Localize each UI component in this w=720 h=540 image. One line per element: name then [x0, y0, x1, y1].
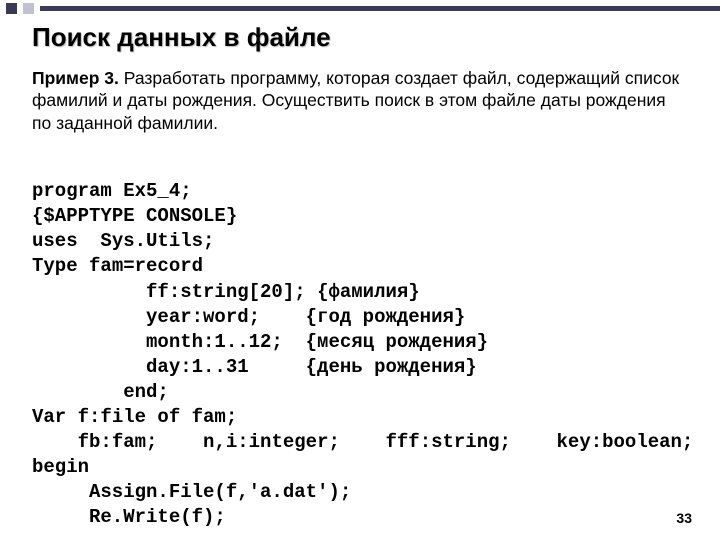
code-comment: {день рождения} — [306, 356, 477, 378]
code-line: Re.Write(f); — [89, 506, 226, 528]
decorative-top-bar — [0, 0, 720, 14]
square-dark-icon — [6, 3, 17, 14]
code-line: year:word; — [146, 306, 260, 328]
code-line: fb:fam; — [78, 431, 158, 453]
code-line: Assign.File(f,'a.dat'); — [89, 481, 351, 503]
code-line: {$APPTYPE CONSOLE} — [32, 205, 237, 227]
example-description: Пример 3. Разработать программу, которая… — [32, 67, 688, 134]
square-light-icon — [23, 3, 34, 14]
slide-content: Поиск данных в файле Пример 3. Разработа… — [0, 0, 720, 530]
code-comment: {год рождения} — [306, 306, 466, 328]
code-line: key:boolean; — [557, 431, 694, 453]
code-line: uses Sys.Utils; — [32, 230, 214, 252]
horizontal-rule-icon — [40, 6, 720, 11]
code-line: Type fam=record — [32, 255, 203, 277]
slide-title: Поиск данных в файле — [32, 22, 688, 53]
code-line: program Ex5_4; — [32, 180, 192, 202]
code-line: begin — [32, 456, 89, 478]
code-line: fff:string; — [385, 431, 510, 453]
example-text: Разработать программу, которая создает ф… — [32, 68, 679, 133]
code-comment: {фамилия} — [317, 281, 420, 303]
code-line: end; — [123, 381, 169, 403]
code-line: Var f:file of fam; — [32, 406, 237, 428]
page-number: 33 — [676, 510, 692, 526]
code-line: month:1..12; — [146, 331, 283, 353]
code-line: n,i:integer; — [203, 431, 340, 453]
example-label: Пример 3. — [32, 68, 119, 88]
code-line: ff:string[20]; — [146, 281, 306, 303]
code-block: program Ex5_4; {$APPTYPE CONSOLE} uses S… — [32, 154, 688, 530]
code-comment: {месяц рождения} — [306, 331, 488, 353]
code-line: day:1..31 — [146, 356, 249, 378]
